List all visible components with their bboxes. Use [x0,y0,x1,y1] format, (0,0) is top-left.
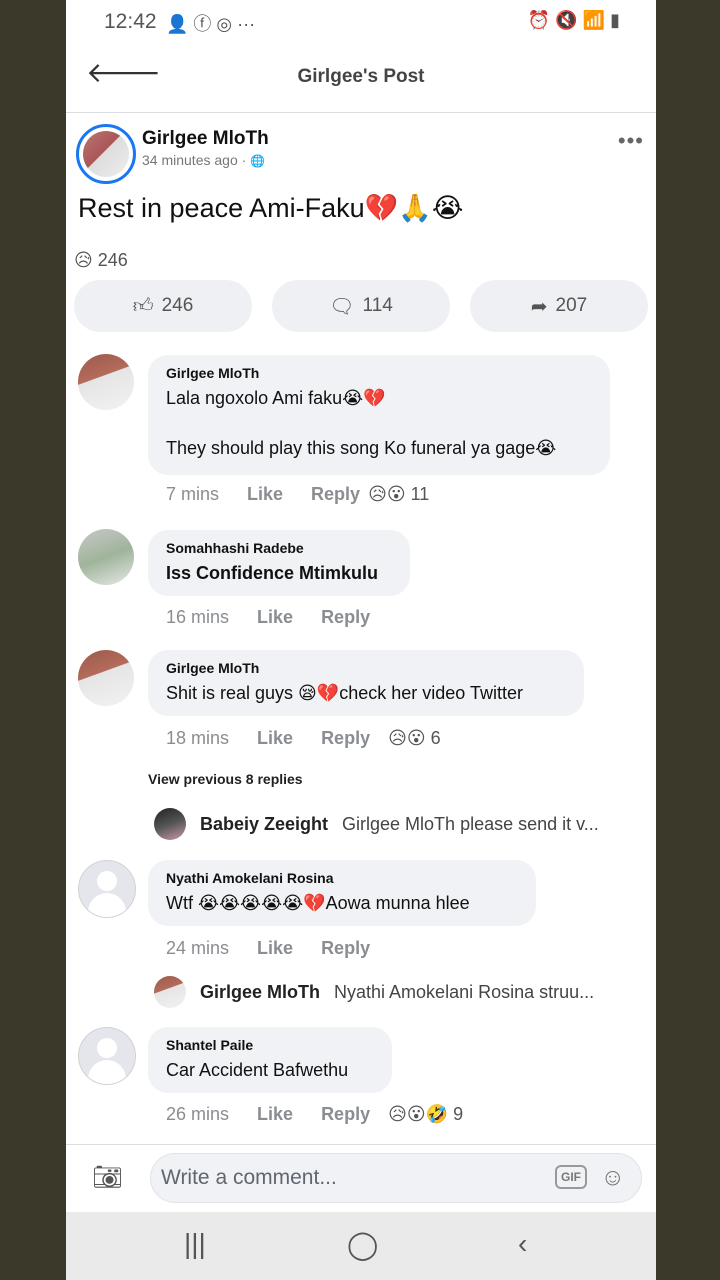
phone-screen: 12:42 👤 ⓕ ◎ ··· ⏰ 🔇 📶 ▮ 🡐 Girlgee's Post… [66,0,656,1280]
status-time: 12:42 [104,10,157,33]
reaction-icons: 😥😮 [388,728,426,748]
reply-preview[interactable]: Girlgee MloTh Nyathi Amokelani Rosina st… [154,976,634,1008]
post-text: Rest in peace Ami-Faku💔🙏😭 [78,193,464,223]
comment-bubble[interactable]: Somahhashi Radebe Iss Confidence Mtimkul… [148,530,410,596]
comment-like-button[interactable]: Like [257,728,293,749]
comment-reactions[interactable]: 😥😮🤣 9 [388,1104,463,1125]
post-timestamp: 34 minutes ago · 🌐 [142,152,265,168]
comment-like-button[interactable]: Like [257,1104,293,1125]
comment-author[interactable]: Somahhashi Radebe [166,540,392,556]
comment-input[interactable]: Write a comment... GIF ☺ [150,1153,642,1203]
reaction-summary[interactable]: 😥 246 [74,250,128,271]
app-bar: 🡐 Girlgee's Post [66,44,656,113]
avatar[interactable] [78,860,136,918]
reply-preview[interactable]: Babeiy Zeeight Girlgee MloTh please send… [154,808,634,840]
recents-icon[interactable]: ||| [184,1228,206,1260]
emoji-icon[interactable]: ☺ [600,1164,625,1192]
comment-count: 114 [362,295,393,316]
post-action-bar: 👍︎ 246 🗨︎ 114 ➦ 207 [74,280,648,332]
comment-reply-button[interactable]: Reply [311,484,360,505]
avatar[interactable] [78,650,134,706]
page-title: Girlgee's Post [297,66,425,87]
post-time-text: 34 minutes ago · [142,152,247,168]
comment-text: Car Accident Bafwethu [166,1060,349,1080]
share-button[interactable]: ➦ 207 [470,280,648,332]
comment-time: 24 mins [166,938,230,958]
reply-author[interactable]: Babeiy Zeeight [200,814,328,835]
comment-meta: 16 mins Like Reply [166,607,370,628]
comment-button[interactable]: 🗨︎ 114 [272,280,450,332]
comment-bubble[interactable]: Shantel Paile Car Accident Bafwethu [148,1027,392,1093]
like-button[interactable]: 👍︎ 246 [74,280,252,332]
comment-bubble[interactable]: Nyathi Amokelani Rosina Wtf 😭😭😭😭😭💔Aowa m… [148,860,536,926]
avatar[interactable] [154,976,186,1008]
comment-reply-button[interactable]: Reply [321,1104,370,1125]
comment-reply-button[interactable]: Reply [321,607,370,628]
comment-time: 16 mins [166,607,230,627]
comment-bubble[interactable]: Girlgee MloTh Shit is real guys 😪💔check … [148,650,584,716]
back-icon[interactable]: ‹ [518,1228,527,1260]
comment-text: Iss Confidence Mtimkulu [166,563,379,583]
comment-reply-button[interactable]: Reply [321,938,370,959]
reaction-icons: 😥😮 [368,484,406,504]
comment-text: Wtf 😭😭😭😭😭💔Aowa munna hlee [166,893,470,913]
thumbs-up-icon: 👍︎ [132,295,154,317]
comment-like-button[interactable]: Like [247,484,283,505]
comment-like-button[interactable]: Like [257,938,293,959]
avatar[interactable] [78,1027,136,1085]
reaction-count: 6 [430,728,441,748]
comment-reactions[interactable]: 😥😮 11 [368,484,429,505]
comment-meta: 7 mins Like Reply 😥😮 11 [166,484,429,505]
comment-input-placeholder[interactable]: Write a comment... [161,1166,337,1190]
comment-text-line: Lala ngoxolo Ami faku😭💔 [166,388,386,408]
view-previous-replies-link[interactable]: View previous 8 replies [148,771,303,787]
comment-author[interactable]: Shantel Paile [166,1037,374,1053]
comment-author[interactable]: Girlgee MloTh [166,660,566,676]
comment-time: 7 mins [166,484,220,504]
comment-author[interactable]: Girlgee MloTh [166,365,592,381]
comment-time: 26 mins [166,1104,230,1124]
post-author-avatar[interactable] [76,124,136,184]
notification-icons: 👤 ⓕ ◎ ··· [166,14,256,34]
reaction-icons: 😥😮🤣 [388,1104,449,1124]
status-bar: 12:42 👤 ⓕ ◎ ··· ⏰ 🔇 📶 ▮ [66,0,656,44]
avatar[interactable] [78,529,134,585]
system-icons: ⏰ 🔇 📶 ▮ [527,10,620,30]
post-author-name[interactable]: Girlgee MloTh [142,128,269,150]
comment-bubble-icon: 🗨︎ [329,295,355,318]
reply-author[interactable]: Girlgee MloTh [200,982,320,1003]
more-options-icon[interactable]: ••• [618,128,644,154]
comment-author[interactable]: Nyathi Amokelani Rosina [166,870,518,886]
reply-text: Girlgee MloTh please send it v... [342,813,599,834]
comment-reactions[interactable]: 😥😮 6 [388,728,441,749]
globe-icon: 🌐 [250,154,266,168]
reaction-count: 11 [410,484,430,504]
comment-composer: 📷︎ Write a comment... GIF ☺ [66,1144,656,1211]
like-count: 246 [161,295,194,316]
gif-icon[interactable]: GIF [555,1165,587,1189]
comment-reply-button[interactable]: Reply [321,728,370,749]
comment-time: 18 mins [166,728,230,748]
comment-text: Shit is real guys 😪💔check her video Twit… [166,683,523,703]
comment-meta: 24 mins Like Reply [166,938,370,959]
comment-meta: 26 mins Like Reply 😥😮🤣 9 [166,1104,463,1125]
camera-icon[interactable]: 📷︎ [92,1163,122,1192]
reply-text: Nyathi Amokelani Rosina struu... [334,981,595,1002]
share-arrow-icon: ➦ [530,295,548,318]
comment-like-button[interactable]: Like [257,607,293,628]
avatar[interactable] [78,354,134,410]
reaction-count: 9 [453,1104,464,1124]
comment-text-line: They should play this song Ko funeral ya… [166,438,557,458]
avatar[interactable] [154,808,186,840]
comment-bubble[interactable]: Girlgee MloTh Lala ngoxolo Ami faku😭💔 Th… [148,355,610,475]
share-count: 207 [555,295,588,316]
home-icon[interactable]: ◯ [347,1228,378,1261]
system-nav-bar: ||| ◯ ‹ [66,1212,656,1280]
comment-meta: 18 mins Like Reply 😥😮 6 [166,728,441,749]
